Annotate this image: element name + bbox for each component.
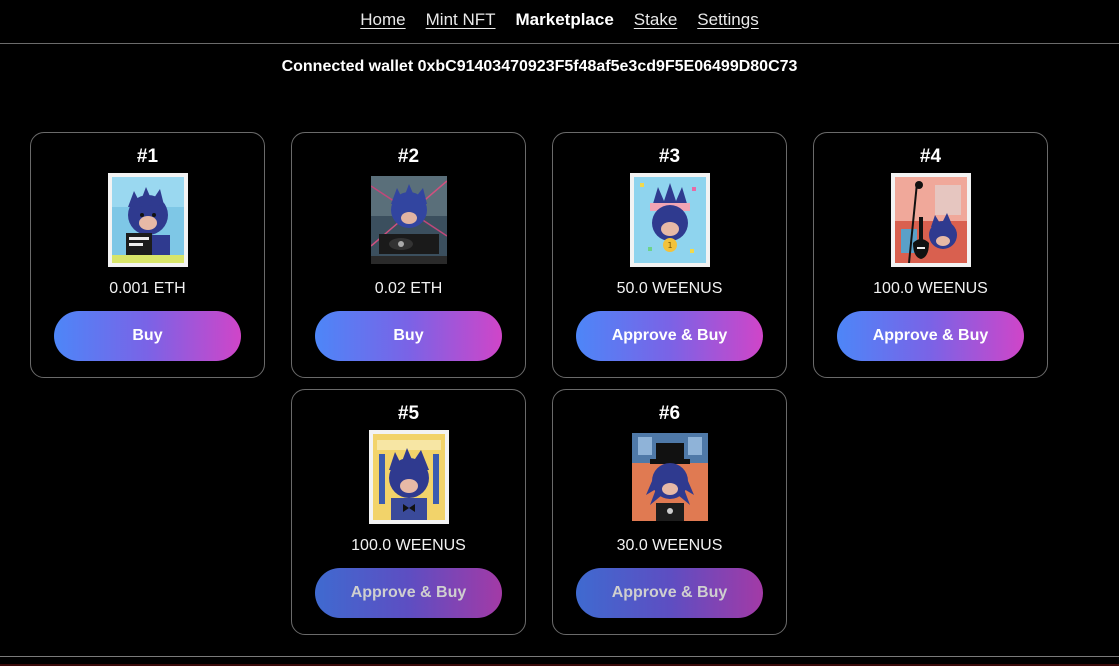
nft-number: #1 — [136, 146, 159, 167]
approve-buy-button[interactable]: Approve & Buy — [315, 568, 502, 618]
nft-number: #5 — [397, 403, 420, 424]
nft-image-3[interactable]: 1 — [630, 173, 710, 267]
nft-card-5: #5 100.0 WEENUS Approve & Buy — [291, 389, 526, 635]
approve-buy-button[interactable]: Approve & Buy — [576, 568, 763, 618]
approve-buy-button[interactable]: Approve & Buy — [576, 311, 763, 361]
nav-stake-link[interactable]: Stake — [634, 10, 677, 30]
nft-image-6[interactable] — [632, 433, 708, 521]
nft-price: 0.02 ETH — [374, 280, 443, 297]
nav-settings-link[interactable]: Settings — [697, 10, 758, 30]
nft-card-6: #6 30.0 WEENUS Approve & Buy — [552, 389, 787, 635]
nft-number: #2 — [397, 146, 420, 167]
nft-number: #6 — [658, 403, 681, 424]
nft-card-3: #3 1 50.0 WEENUS Approve & Buy — [552, 132, 787, 378]
nft-image-4[interactable] — [891, 173, 971, 267]
nft-image-1[interactable] — [108, 173, 188, 267]
nav-mint-nft-link[interactable]: Mint NFT — [426, 10, 496, 30]
nav-marketplace-link[interactable]: Marketplace — [516, 10, 614, 30]
nft-image-5[interactable] — [369, 430, 449, 524]
top-nav: Home Mint NFT Marketplace Stake Settings — [0, 0, 1119, 44]
nft-number: #3 — [658, 146, 681, 167]
buy-button[interactable]: Buy — [54, 311, 241, 361]
nft-price: 100.0 WEENUS — [873, 280, 988, 297]
nft-image-2[interactable] — [371, 176, 447, 264]
footer-divider — [0, 656, 1119, 666]
nft-price: 100.0 WEENUS — [351, 537, 466, 554]
svg-text:1: 1 — [667, 241, 672, 250]
nav-home-link[interactable]: Home — [360, 10, 405, 30]
nft-price: 0.001 ETH — [109, 280, 186, 297]
nft-number: #4 — [919, 146, 942, 167]
approve-buy-button[interactable]: Approve & Buy — [837, 311, 1024, 361]
connected-wallet-text: Connected wallet 0xbC91403470923F5f48af5… — [281, 58, 798, 75]
nft-card-1: #1 0.001 ETH Buy — [30, 132, 265, 378]
nft-card-2: #2 0.02 ETH Buy — [291, 132, 526, 378]
nft-price: 30.0 WEENUS — [616, 537, 723, 554]
nft-price: 50.0 WEENUS — [616, 280, 723, 297]
buy-button[interactable]: Buy — [315, 311, 502, 361]
nft-card-4: #4 100.0 WEENUS Approve & Buy — [813, 132, 1048, 378]
